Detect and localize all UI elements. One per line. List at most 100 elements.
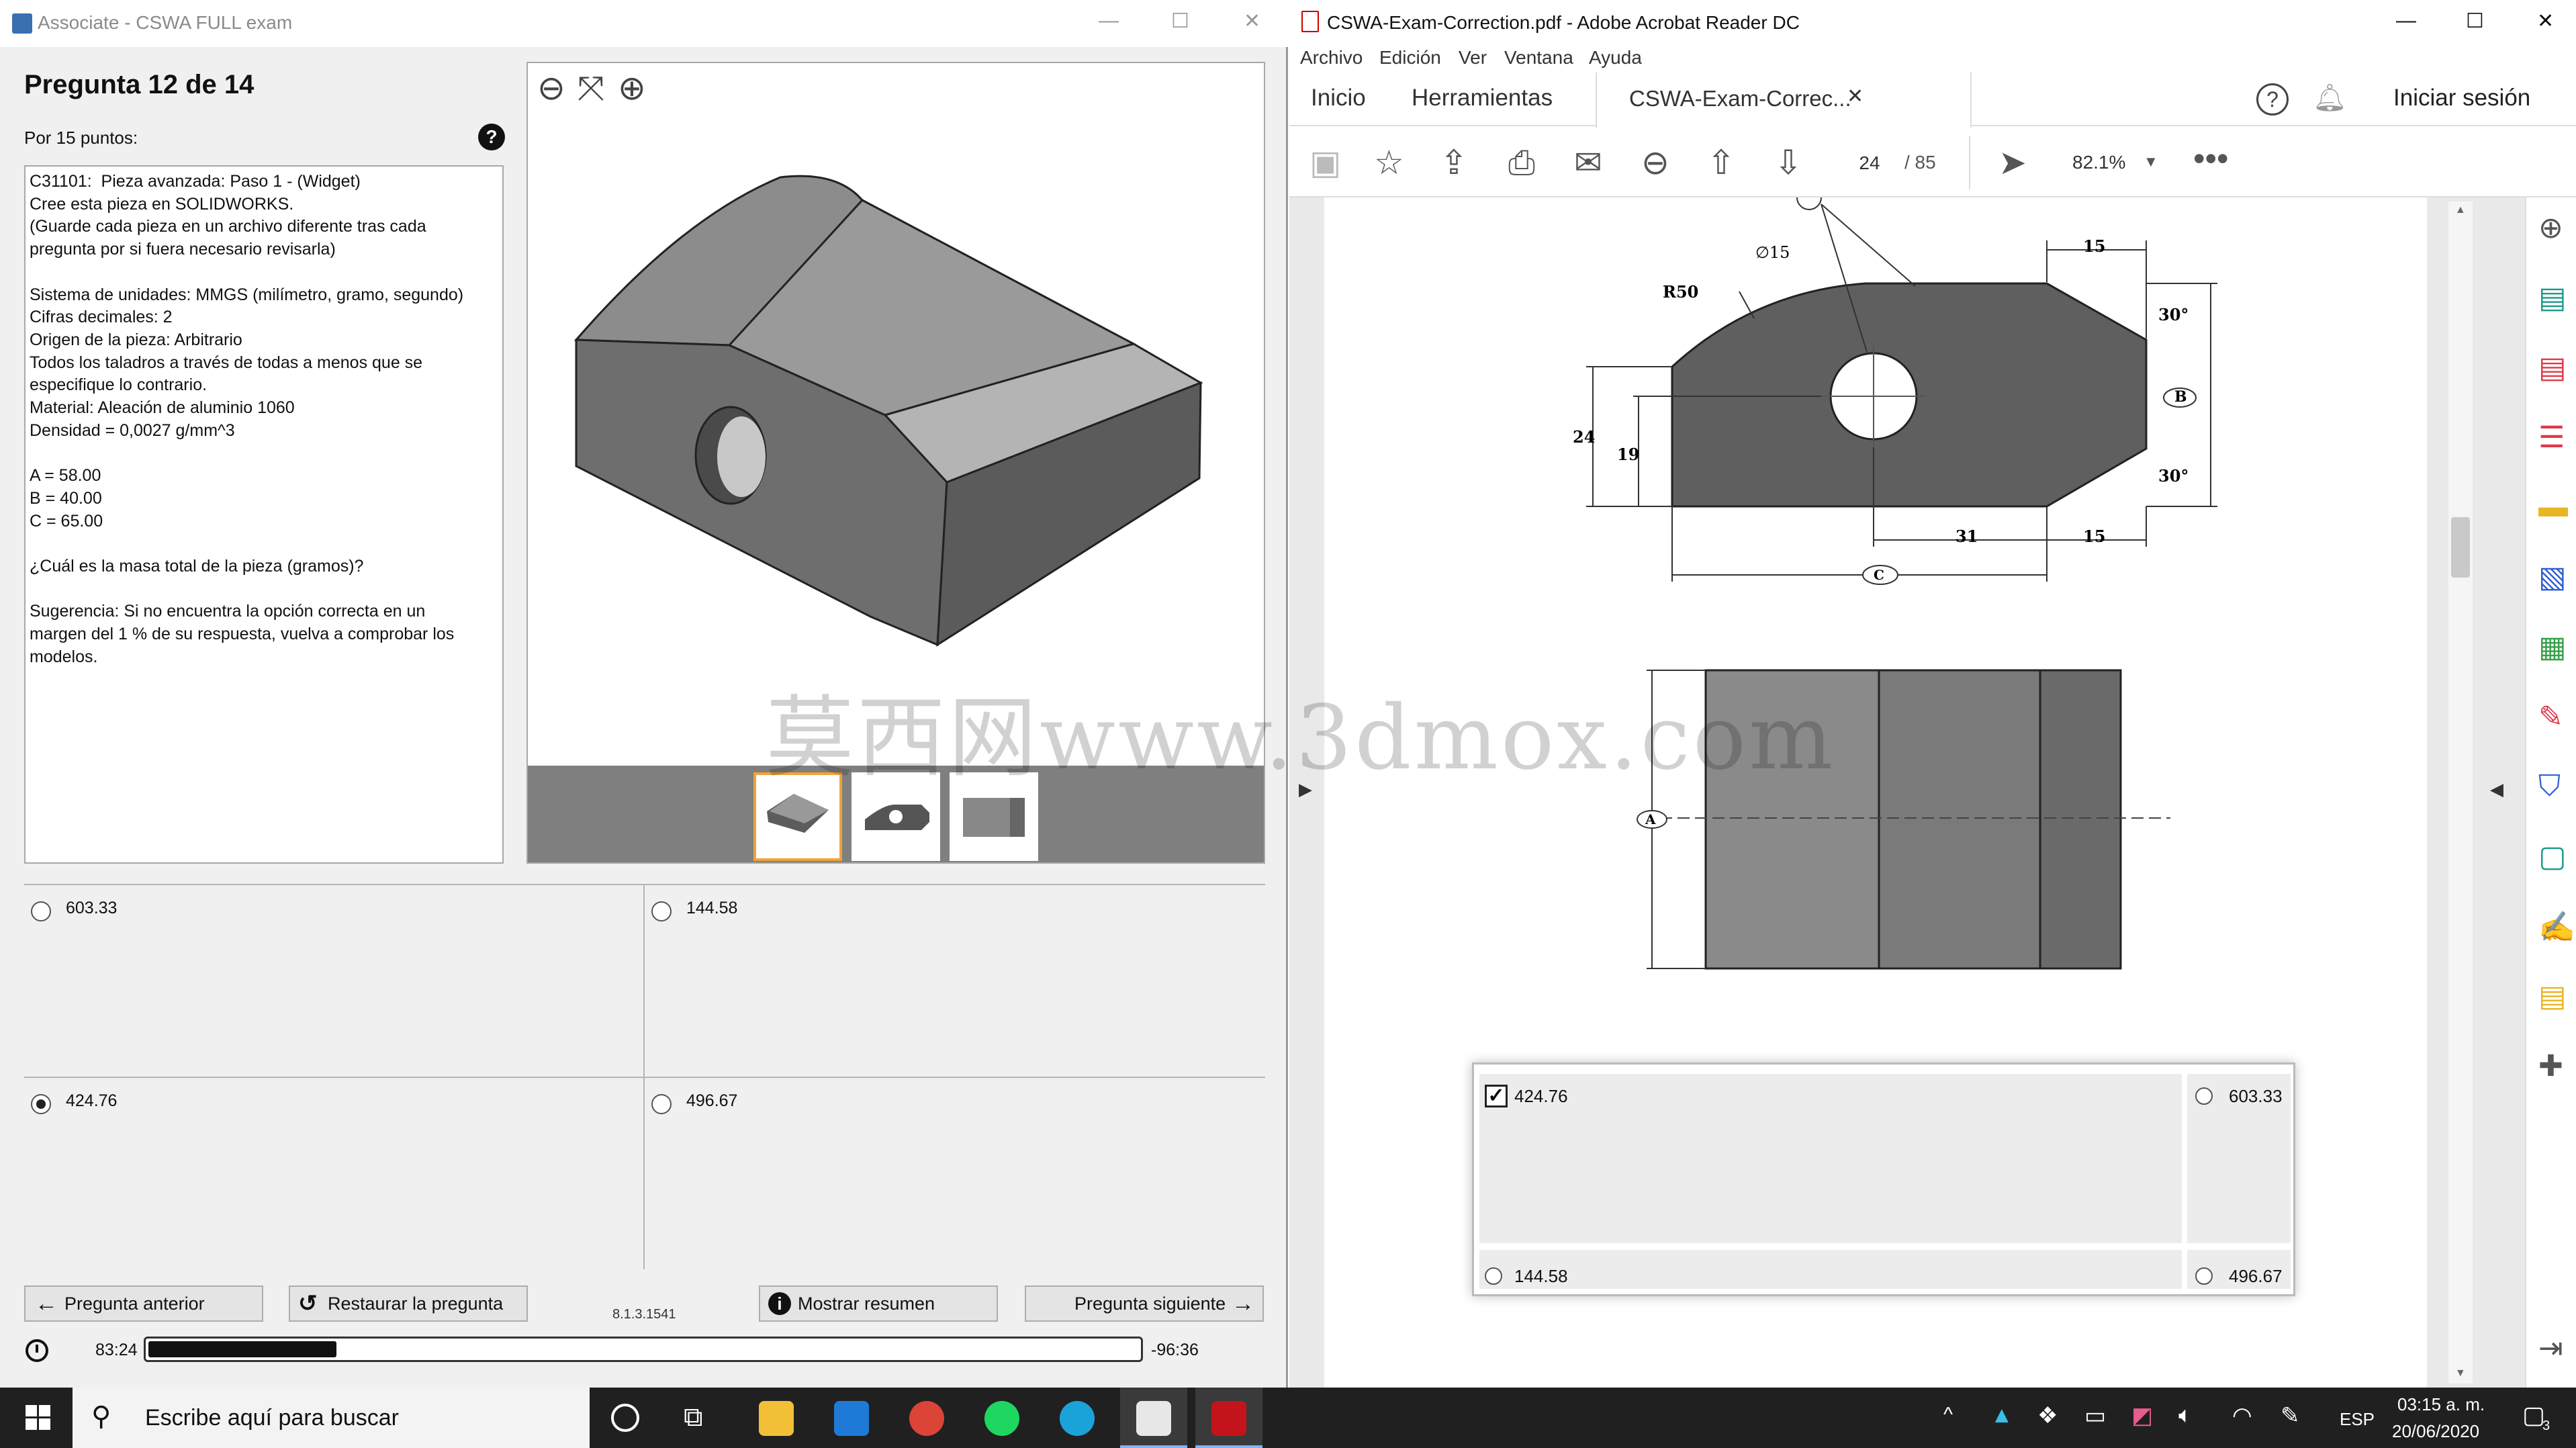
more-icon[interactable]: ••• xyxy=(2193,140,2229,177)
menu-ayuda[interactable]: Ayuda xyxy=(1589,47,1642,69)
spotify-icon[interactable] xyxy=(984,1401,1019,1436)
dim-b: B xyxy=(2174,388,2187,406)
answer-radio[interactable] xyxy=(651,1094,672,1114)
maximize-icon[interactable]: ☐ xyxy=(1171,9,1189,33)
question-line: Todos los taladros a través de todas a m… xyxy=(30,353,423,372)
scroll-down-icon[interactable]: ▼ xyxy=(2455,1367,2466,1379)
organize-pages-icon[interactable]: ☰ xyxy=(2538,420,2565,455)
question-line: pregunta por si fuera necesario revisarl… xyxy=(30,240,336,259)
task-view-icon[interactable]: ⧉ xyxy=(684,1402,703,1433)
scroll-up-icon[interactable]: ▲ xyxy=(2455,204,2466,216)
page-number-field[interactable]: 24 xyxy=(1841,146,1898,180)
show-summary-button[interactable]: i Mostrar resumen xyxy=(759,1285,998,1322)
scan-icon[interactable]: ▤ xyxy=(2538,979,2567,1013)
tab-inicio[interactable]: Inicio xyxy=(1311,85,1366,111)
notifications-icon[interactable]: ▢ xyxy=(2522,1401,2545,1429)
acrobat-taskbar-button[interactable] xyxy=(1195,1388,1262,1448)
minimize-icon[interactable]: — xyxy=(2396,9,2416,32)
comment-icon[interactable]: ▬ xyxy=(2538,490,2568,524)
close-tab-icon[interactable]: ✕ xyxy=(1847,85,1864,108)
cortana-icon[interactable] xyxy=(611,1404,639,1432)
compress-icon[interactable]: ▦ xyxy=(2538,630,2567,664)
previous-question-button[interactable]: ← Pregunta anterior xyxy=(24,1285,263,1322)
chevron-down-icon[interactable]: ▼ xyxy=(2144,153,2158,171)
close-icon[interactable]: ✕ xyxy=(2537,9,2554,33)
more-tools-icon[interactable]: ✚ xyxy=(2538,1049,2563,1083)
language-indicator[interactable]: ESP xyxy=(2340,1409,2375,1430)
minimize-icon[interactable]: — xyxy=(1099,9,1119,32)
export-pdf-icon[interactable]: ▤ xyxy=(2538,281,2567,315)
dim-c: C xyxy=(1874,567,1884,583)
print-icon[interactable]: ⎙ xyxy=(1508,144,1535,181)
next-question-button[interactable]: Pregunta siguiente → xyxy=(1025,1285,1264,1322)
star-icon[interactable]: ☆ xyxy=(1374,144,1404,181)
mail-icon[interactable] xyxy=(834,1401,869,1436)
help-icon[interactable]: ? xyxy=(478,124,505,150)
tab-document[interactable]: CSWA-Exam-Correc... ✕ xyxy=(1596,73,1972,128)
create-pdf-icon[interactable]: ▤ xyxy=(2538,351,2567,385)
maximize-icon[interactable]: ☐ xyxy=(2466,9,2484,33)
close-icon[interactable]: ✕ xyxy=(1244,9,1260,33)
chrome-icon[interactable] xyxy=(909,1401,944,1436)
answer-option[interactable]: 144.58 xyxy=(645,884,1265,1077)
exam-titlebar: Associate - CSWA FULL exam — ☐ ✕ xyxy=(0,0,1288,47)
send-review-icon[interactable]: ▢ xyxy=(2538,840,2567,874)
question-line: Origen de la pieza: Arbitrario xyxy=(30,330,242,349)
question-line: C31101: Pieza avanzada: Paso 1 - (Widget… xyxy=(30,172,361,191)
answer-radio[interactable] xyxy=(31,901,51,921)
file-explorer-icon[interactable] xyxy=(759,1401,794,1436)
zoom-in-icon[interactable]: ⊕ xyxy=(2538,211,2563,245)
protect-icon[interactable]: ⛉ xyxy=(2538,770,2561,803)
wifi-icon[interactable]: ◠ xyxy=(2232,1402,2252,1429)
battery-icon[interactable]: ▭ xyxy=(2084,1402,2106,1429)
clock-date[interactable]: 20/06/2020 xyxy=(2392,1421,2479,1442)
answer-radio-selected[interactable] xyxy=(31,1094,51,1114)
answer-sheet: ✓ 424.76 603.33 144.58 496.67 xyxy=(1472,1062,2295,1296)
time-progress-bar xyxy=(144,1337,1143,1362)
edge-icon[interactable] xyxy=(1060,1401,1095,1436)
menu-ver[interactable]: Ver xyxy=(1459,47,1487,69)
sign-in-link[interactable]: Iniciar sesión xyxy=(2393,85,2530,111)
cursor-icon[interactable]: ➤ xyxy=(1998,144,2027,181)
windows-start-icon[interactable] xyxy=(26,1405,51,1431)
onedrive-icon[interactable]: ▲ xyxy=(1990,1402,2013,1429)
answer-option[interactable]: 496.67 xyxy=(645,1077,1265,1269)
collapse-right-icon[interactable]: ◀ xyxy=(2490,779,2503,800)
help-icon[interactable]: ? xyxy=(2256,83,2289,116)
reset-question-button[interactable]: ↺ Restaurar la pregunta xyxy=(289,1285,528,1322)
menu-ventana[interactable]: Ventana xyxy=(1504,47,1573,69)
question-line: Sugerencia: Si no encuentra la opción co… xyxy=(30,602,426,621)
collapse-rail-icon[interactable]: ⇥ xyxy=(2538,1331,2563,1365)
time-progress-fill xyxy=(148,1341,337,1357)
page-down-icon[interactable]: ⇩ xyxy=(1774,144,1802,181)
scrollbar-thumb[interactable] xyxy=(2451,517,2470,578)
clock-time[interactable]: 03:15 a. m. xyxy=(2397,1394,2485,1415)
zoom-out-icon[interactable]: ⊖ xyxy=(1641,144,1669,181)
question-line: Cree esta pieza en SOLIDWORKS. xyxy=(30,194,294,214)
pen-icon[interactable]: ✎ xyxy=(2281,1402,2300,1429)
volume-icon[interactable]: 🔈︎ xyxy=(2178,1402,2192,1429)
mail-icon[interactable]: ✉ xyxy=(1574,144,1602,181)
taskbar-search[interactable]: ⚲ Escribe aquí para buscar xyxy=(73,1388,590,1448)
answer-option[interactable]: 603.33 xyxy=(24,884,645,1077)
fill-sign-icon[interactable]: ✎ xyxy=(2538,700,2563,734)
request-signature-icon[interactable]: ✍ xyxy=(2538,909,2575,944)
menu-edicion[interactable]: Edición xyxy=(1379,47,1441,69)
edit-pdf-icon[interactable]: ▧ xyxy=(2538,560,2567,594)
cloud-upload-icon[interactable]: ⇪ xyxy=(1440,144,1468,181)
tab-herramientas[interactable]: Herramientas xyxy=(1412,85,1553,111)
save-icon[interactable]: ▣ xyxy=(1309,144,1341,181)
dropbox-icon[interactable]: ❖ xyxy=(2037,1402,2058,1429)
answer-radio[interactable] xyxy=(651,901,672,921)
vertical-scrollbar[interactable]: ▲ ▼ xyxy=(2448,201,2473,1384)
exam-app-taskbar-button[interactable] xyxy=(1120,1388,1187,1448)
chevron-up-icon[interactable]: ^ xyxy=(1943,1404,1953,1427)
answer-option[interactable]: 424.76 xyxy=(24,1077,645,1269)
acrobat-toolbar: ▣ ☆ ⇪ ⎙ ✉ ⊖ ⇧ ⇩ 24 / 85 ➤ 82.1% ▼ ••• xyxy=(1289,128,2576,197)
zoom-field[interactable]: 82.1% xyxy=(2072,152,2125,173)
radio-icon xyxy=(1485,1267,1502,1285)
bell-icon[interactable]: 🔔︎ xyxy=(2313,82,2347,114)
page-up-icon[interactable]: ⇧ xyxy=(1707,144,1735,181)
menu-archivo[interactable]: Archivo xyxy=(1300,47,1363,69)
tray-app-icon[interactable]: ◩ xyxy=(2131,1402,2153,1429)
